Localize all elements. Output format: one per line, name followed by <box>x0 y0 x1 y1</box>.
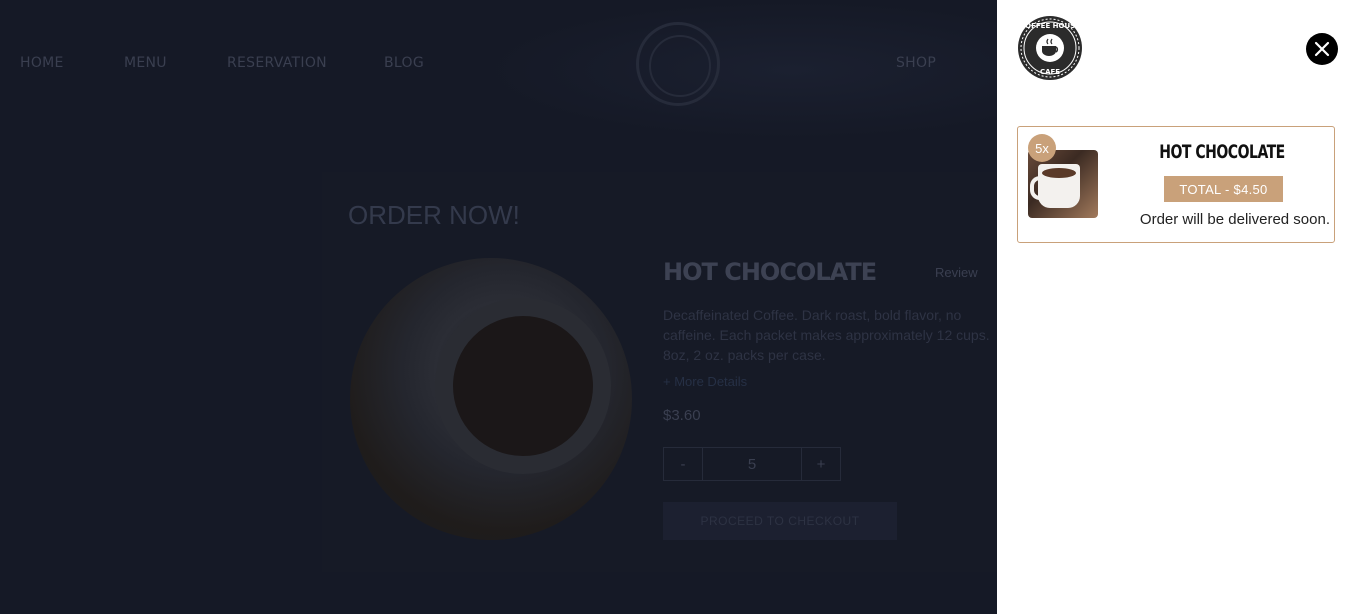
quantity-badge: 5x <box>1028 134 1056 162</box>
product-price: $3.60 <box>663 407 701 424</box>
cart-panel <box>997 0 1355 614</box>
order-heading: ORDER NOW! <box>348 200 520 230</box>
product-name: HOT CHOCOLATE <box>663 258 877 286</box>
increase-button[interactable]: + <box>802 448 840 480</box>
item-name: HOT CHOCOLATE <box>1159 141 1285 163</box>
more-details-link[interactable]: + More Details <box>663 374 747 389</box>
quantity-stepper: - 5 + <box>663 447 841 481</box>
close-icon <box>1314 41 1330 57</box>
cart-item: 5x HOT CHOCOLATE TOTAL - $4.50 Order wil… <box>1017 126 1335 243</box>
decrease-button[interactable]: - <box>664 448 702 480</box>
nav-item-reservation[interactable]: RESERVATION <box>227 55 327 71</box>
cafe-logo: COFFEE HOUSE CAFE <box>1018 16 1082 80</box>
logo-text-top: COFFEE HOUSE <box>1020 22 1080 30</box>
delivery-note: Order will be delivered soon. <box>1139 211 1330 228</box>
mug-image <box>1030 164 1080 208</box>
quantity-value[interactable]: 5 <box>702 448 802 480</box>
close-button[interactable] <box>1306 33 1338 65</box>
logo-text-bottom: CAFE <box>1040 68 1060 76</box>
nav-item-blog[interactable]: BLOG <box>384 55 424 71</box>
nav-item-home[interactable]: HOME <box>20 55 64 71</box>
nav-item-menu[interactable]: MENU <box>124 55 167 71</box>
product-description: Decaffeinated Coffee. Dark roast, bold f… <box>663 307 990 363</box>
total-badge: TOTAL - $4.50 <box>1164 176 1283 202</box>
nav-item-shop[interactable]: SHOP <box>896 55 936 71</box>
review-link[interactable]: Review <box>935 265 978 280</box>
cup-illustration <box>435 298 611 474</box>
product-image <box>350 258 632 540</box>
checkout-button[interactable]: PROCEED TO CHECKOUT <box>663 502 897 540</box>
site-logo[interactable] <box>636 22 720 106</box>
